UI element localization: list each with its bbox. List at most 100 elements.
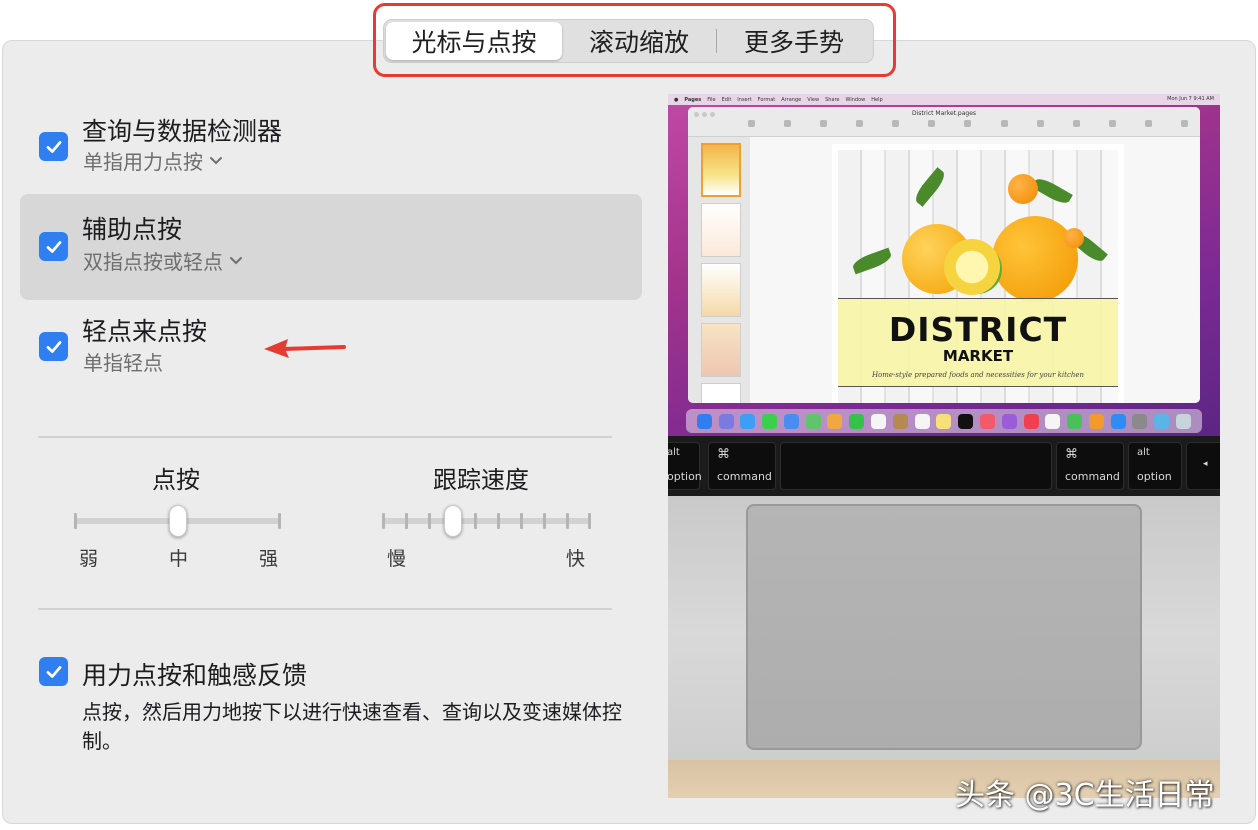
click-slider-label-light: 弱	[79, 548, 99, 570]
lookup-title: 查询与数据检测器	[82, 117, 283, 146]
menubar-clock: Mon Jun 7 9:41 AM	[1167, 96, 1214, 102]
photos-icon	[827, 413, 843, 429]
menubar-item: Window	[845, 96, 866, 103]
orange-shape	[1008, 174, 1038, 204]
page-thumbnail	[701, 383, 741, 403]
menubar-item: Help	[871, 96, 883, 103]
apple-icon: ●	[674, 96, 679, 103]
menubar-item: Edit	[721, 96, 732, 103]
tracking-slider-tick	[405, 513, 408, 529]
tap-to-click-title: 轻点来点按	[82, 317, 208, 346]
click-slider-knob[interactable]	[169, 505, 187, 537]
page-thumbnails	[688, 137, 750, 403]
gesture-preview: ● Pages File Edit Insert Format Arrange …	[668, 94, 1220, 798]
page-thumbnail	[701, 203, 741, 257]
poster-subtitle: MARKET	[942, 347, 1014, 365]
maps-icon	[805, 413, 821, 429]
downloads-icon	[1154, 413, 1170, 429]
key-label: command	[1065, 470, 1120, 483]
checkmark-icon	[46, 665, 61, 678]
facetime-icon	[849, 413, 865, 429]
lookup-subtitle: 单指用力点按	[83, 150, 203, 174]
click-slider-tick	[74, 513, 77, 529]
menubar-item: Pages	[684, 96, 702, 103]
preview-screen: ● Pages File Edit Insert Format Arrange …	[668, 94, 1220, 436]
music-icon	[979, 413, 995, 429]
keyboard: alt option ⌘ command ⌘ command alt optio…	[668, 436, 1220, 496]
safari-icon	[740, 413, 756, 429]
secondary-click-subtitle-dropdown[interactable]: 双指点按或轻点	[83, 246, 243, 275]
option-lookup[interactable]: 查询与数据检测器 单指用力点按	[20, 98, 642, 188]
force-click-title: 用力点按和触感反馈	[82, 661, 308, 690]
trash-icon	[1175, 413, 1191, 429]
toolbar-icons	[748, 120, 1188, 127]
tracking-slider-tick	[474, 513, 477, 529]
watermark: 头条 @3C生活日常	[955, 778, 1215, 813]
settings-icon	[1132, 413, 1148, 429]
key-command-left: ⌘ command	[708, 442, 776, 490]
tap-to-click-subtitle: 单指轻点	[83, 351, 163, 375]
menubar-item: Share	[825, 96, 840, 103]
option-force-click[interactable]: 用力点按和触感反馈	[20, 640, 642, 700]
checkmark-icon	[46, 240, 61, 253]
chevron-down-icon	[210, 156, 222, 164]
command-icon: ⌘	[717, 447, 730, 462]
page-thumbnail	[701, 263, 741, 317]
force-click-description: 点按，然后用力地按下以进行快速查看、查询以及变速媒体控制。	[82, 700, 622, 753]
secondary-click-subtitle: 双指点按或轻点	[83, 250, 223, 274]
lookup-subtitle-dropdown[interactable]: 单指用力点按	[83, 146, 223, 175]
menubar-item: Insert	[737, 96, 752, 103]
key-command-right: ⌘ command	[1056, 442, 1124, 490]
click-slider-label-firm: 强	[259, 548, 279, 570]
preview-menubar: ● Pages File Edit Insert Format Arrange …	[668, 94, 1220, 105]
numbers-icon	[1067, 413, 1083, 429]
tracking-slider-knob[interactable]	[444, 505, 462, 537]
divider	[38, 608, 612, 610]
click-slider-title: 点按	[152, 466, 200, 494]
tracking-slider-tick	[382, 513, 385, 529]
tracking-slider-tick	[497, 513, 500, 529]
tracking-slider-track[interactable]	[383, 518, 590, 524]
command-icon: ⌘	[1065, 447, 1078, 462]
menubar-item: Arrange	[781, 96, 802, 103]
tap-to-click-checkbox[interactable]	[39, 332, 68, 361]
secondary-click-title: 辅助点按	[82, 215, 183, 244]
checkmark-icon	[46, 340, 61, 353]
secondary-click-checkbox[interactable]	[39, 232, 68, 261]
lookup-checkbox[interactable]	[39, 132, 68, 161]
key-option-right: alt option	[1128, 442, 1182, 490]
podcasts-icon	[1001, 413, 1017, 429]
trackpad	[746, 504, 1142, 750]
page-thumbnail	[701, 323, 741, 377]
dock	[686, 409, 1202, 433]
notes-icon	[936, 413, 952, 429]
contacts-icon	[892, 413, 908, 429]
checkmark-icon	[46, 140, 61, 153]
key-label: alt	[668, 447, 680, 458]
tab-highlight-box	[373, 3, 896, 77]
click-slider-label-medium: 中	[169, 548, 189, 570]
option-secondary-click[interactable]: 辅助点按 双指点按或轻点	[20, 194, 642, 300]
document-canvas: DISTRICT MARKET Home-style prepared food…	[750, 137, 1200, 403]
key-label: alt	[1137, 447, 1150, 458]
key-arrow-left: ◂	[1186, 442, 1220, 490]
key-label: option	[1137, 470, 1172, 483]
divider	[38, 436, 612, 438]
calendar-icon	[871, 413, 887, 429]
orange-shape	[992, 216, 1078, 302]
keynote-icon	[1045, 413, 1061, 429]
tracking-slider-label-slow: 慢	[387, 548, 407, 570]
menubar-item: View	[807, 96, 820, 103]
page-thumbnail	[701, 143, 741, 197]
mail-icon	[783, 413, 799, 429]
key-space	[780, 442, 1052, 490]
tracking-slider-tick	[566, 513, 569, 529]
pages-icon	[1088, 413, 1104, 429]
tracking-slider-title: 跟踪速度	[433, 466, 529, 494]
tracking-slider-tick	[428, 513, 431, 529]
pages-toolbar: District Market.pages	[688, 107, 1200, 137]
tracking-slider-tick	[520, 513, 523, 529]
poster-title: DISTRICT	[888, 310, 1068, 349]
finder-icon	[696, 413, 712, 429]
force-click-checkbox[interactable]	[39, 657, 68, 686]
